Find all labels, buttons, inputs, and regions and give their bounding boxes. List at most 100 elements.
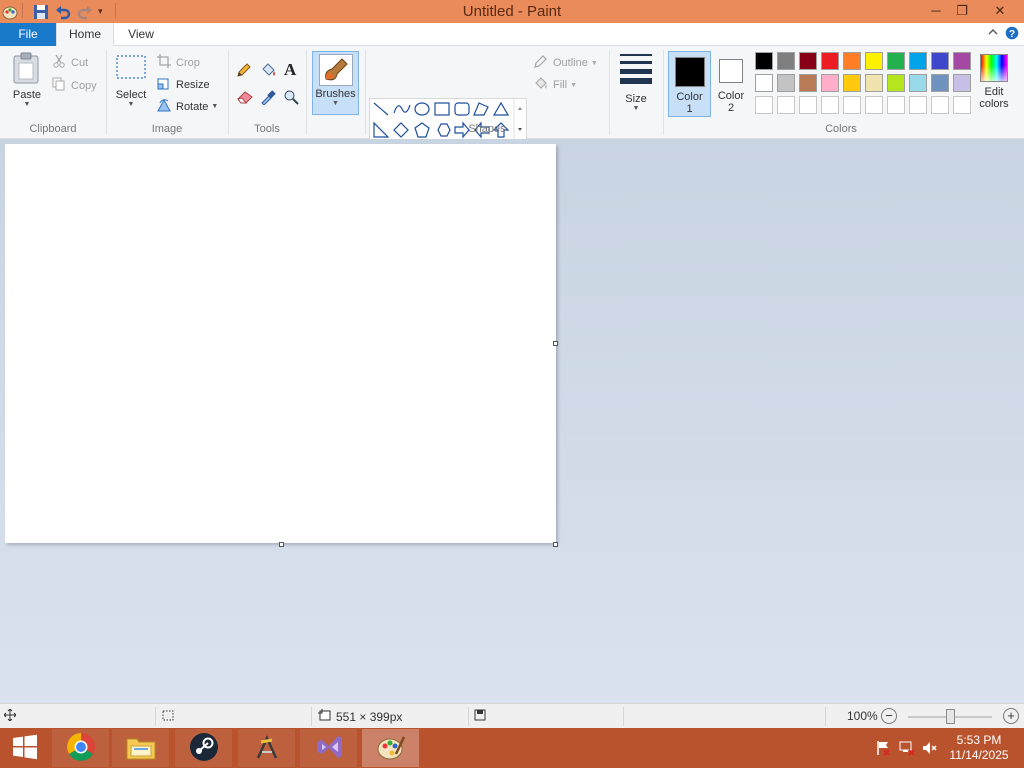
tab-view[interactable]: View [114, 23, 168, 46]
chrome-icon [66, 732, 96, 765]
scroll-up-icon[interactable] [518, 107, 522, 110]
palette-custom-slot[interactable] [821, 96, 839, 114]
drawing-canvas[interactable] [5, 144, 556, 543]
palette-swatch[interactable] [887, 74, 905, 92]
color2-swatch [719, 59, 743, 83]
taskbar-app-chrome[interactable] [52, 729, 109, 767]
copy-button[interactable]: Copy [52, 77, 97, 94]
palette-swatch[interactable] [931, 52, 949, 70]
chevron-down-icon: ▼ [23, 101, 31, 108]
palette-custom-slot[interactable] [931, 96, 949, 114]
palette-swatch[interactable] [755, 52, 773, 70]
fill-button[interactable]: Fill ▼ [533, 76, 577, 94]
brushes-label: Brushes [315, 88, 356, 100]
clock[interactable]: 5:53 PM 11/14/2025 [946, 733, 1012, 763]
taskbar-app-paint[interactable] [362, 729, 419, 767]
pencil-icon[interactable] [236, 62, 252, 81]
palette-swatch[interactable] [777, 74, 795, 92]
paste-button[interactable]: Paste ▼ [8, 52, 46, 116]
line-shape-icon[interactable] [373, 102, 389, 116]
palette-custom-slot[interactable] [755, 96, 773, 114]
polygon-shape-icon[interactable] [473, 102, 489, 116]
palette-swatch[interactable] [821, 74, 839, 92]
palette-swatch[interactable] [953, 52, 971, 70]
zoom-slider-thumb[interactable] [946, 709, 955, 724]
zoom-in-button[interactable]: + [1003, 708, 1019, 724]
palette-swatch[interactable] [799, 74, 817, 92]
triangle-shape-icon[interactable] [492, 101, 510, 116]
cut-button[interactable]: Cut [52, 54, 88, 71]
select-label: Select [115, 89, 147, 101]
help-icon[interactable]: ? [1005, 26, 1019, 43]
tab-file[interactable]: File [0, 23, 56, 46]
resize-button[interactable]: Resize [157, 76, 210, 93]
palette-custom-slot[interactable] [777, 96, 795, 114]
tools-app-icon [252, 732, 282, 765]
color-picker-icon[interactable] [260, 89, 276, 108]
palette-swatch[interactable] [931, 74, 949, 92]
rotate-button[interactable]: Rotate ▼ [157, 98, 218, 115]
color2-button[interactable]: Color 2 [713, 51, 749, 117]
rainbow-icon [980, 54, 1008, 82]
rotate-icon [157, 98, 173, 115]
palette-swatch[interactable] [799, 52, 817, 70]
palette-swatch[interactable] [821, 52, 839, 70]
volume-muted-icon[interactable] [922, 740, 938, 759]
resize-handle-corner[interactable] [553, 542, 558, 547]
curve-shape-icon[interactable] [393, 104, 411, 114]
zoom-out-button[interactable]: − [881, 708, 897, 724]
palette-custom-slot[interactable] [865, 96, 883, 114]
taskbar-app-visual-studio[interactable] [300, 729, 357, 767]
resize-handle-right[interactable] [553, 341, 558, 346]
palette-swatch[interactable] [909, 52, 927, 70]
palette-swatch[interactable] [909, 74, 927, 92]
oval-shape-icon[interactable] [414, 102, 430, 116]
selection-size-icon [161, 709, 174, 721]
brushes-button[interactable]: Brushes ▼ [312, 51, 359, 115]
rectangle-shape-icon[interactable] [434, 102, 450, 116]
network-icon[interactable] [899, 740, 915, 759]
outline-button[interactable]: Outline ▼ [533, 54, 598, 72]
status-divider [155, 707, 156, 726]
action-center-flag-icon[interactable] [875, 740, 891, 759]
color1-number: 1 [686, 103, 693, 115]
size-button[interactable]: Size ▼ [616, 52, 656, 116]
taskbar-app-steam[interactable] [175, 729, 232, 767]
palette-swatch[interactable] [755, 74, 773, 92]
palette-swatch[interactable] [953, 74, 971, 92]
taskbar-app-tools[interactable] [238, 729, 295, 767]
title-bar: ▾ Untitled - Paint ─ ❐ ✕ [0, 0, 1024, 23]
file-size-icon [474, 709, 486, 721]
eraser-icon[interactable] [236, 90, 254, 107]
status-bar: 551 × 399px 100% − + [0, 703, 1024, 728]
crop-button[interactable]: Crop [157, 54, 200, 71]
restore-button[interactable]: ❐ [947, 0, 977, 23]
color1-button[interactable]: Color 1 [668, 51, 711, 117]
palette-swatch[interactable] [843, 52, 861, 70]
palette-custom-slot[interactable] [843, 96, 861, 114]
start-button[interactable] [0, 729, 50, 767]
rounded-rectangle-shape-icon[interactable] [454, 102, 470, 116]
palette-custom-slot[interactable] [799, 96, 817, 114]
resize-icon [157, 76, 173, 93]
palette-swatch[interactable] [777, 52, 795, 70]
ribbon-collapse-icon[interactable] [988, 27, 998, 40]
select-button[interactable]: Select ▼ [112, 54, 150, 116]
palette-custom-slot[interactable] [887, 96, 905, 114]
palette-custom-slot[interactable] [953, 96, 971, 114]
text-tool-icon[interactable]: A [284, 60, 296, 80]
edit-colors-button[interactable]: Edit colors [974, 52, 1014, 116]
close-button[interactable]: ✕ [985, 0, 1015, 23]
taskbar-app-file-explorer[interactable] [112, 729, 169, 767]
palette-swatch[interactable] [843, 74, 861, 92]
palette-swatch[interactable] [865, 52, 883, 70]
fill-bucket-icon[interactable] [259, 62, 277, 81]
resize-handle-bottom[interactable] [279, 542, 284, 547]
palette-custom-slot[interactable] [909, 96, 927, 114]
tab-home[interactable]: Home [56, 23, 114, 47]
group-label-clipboard: Clipboard [29, 123, 77, 135]
canvas-size-icon [318, 709, 331, 724]
magnifier-icon[interactable] [283, 89, 299, 108]
palette-swatch[interactable] [887, 52, 905, 70]
palette-swatch[interactable] [865, 74, 883, 92]
